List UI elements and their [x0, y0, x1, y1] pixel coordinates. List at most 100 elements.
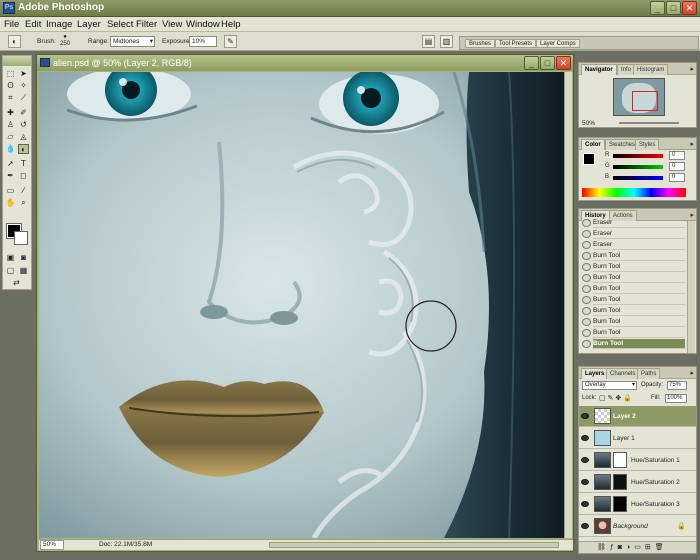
view-box[interactable]	[632, 91, 658, 111]
layer-row[interactable]: Layer 1	[579, 428, 696, 449]
history-item[interactable]: Eraser	[582, 240, 685, 250]
doc-close-button[interactable]: ✕	[556, 56, 571, 70]
burn-tool-icon[interactable]: ◐	[18, 144, 29, 154]
eye-icon[interactable]	[581, 435, 589, 441]
panel-menu-icon[interactable]: ▸	[690, 369, 694, 377]
file-browser-icon[interactable]: ▤	[422, 35, 435, 48]
hand-tool-icon[interactable]: ✋	[5, 198, 16, 208]
history-item[interactable]: Burn Tool	[582, 295, 685, 305]
history-brush-icon[interactable]: ↺	[18, 120, 29, 130]
exposure-input[interactable]: 10%	[189, 36, 217, 47]
brush-tool-icon[interactable]: ✐	[18, 108, 29, 118]
menu-edit[interactable]: Edit	[25, 19, 41, 30]
shape-tool-icon[interactable]: ◻	[18, 171, 29, 181]
eyedropper-icon[interactable]: ⁄	[18, 186, 29, 196]
maximize-button[interactable]: □	[666, 1, 681, 15]
magic-wand-icon[interactable]: ✧	[18, 81, 29, 91]
healing-brush-icon[interactable]: ✚	[5, 108, 16, 118]
menu-help[interactable]: Help	[221, 19, 241, 30]
trash-icon[interactable]: 🗑	[655, 544, 668, 551]
crop-tool-icon[interactable]: ⌗	[5, 93, 16, 103]
history-item[interactable]: Burn Tool	[582, 251, 685, 261]
blend-mode-select[interactable]: Overlay ▾	[582, 381, 637, 390]
menu-window[interactable]: Window	[186, 19, 220, 30]
brush-picker[interactable]: ● 250	[56, 34, 74, 49]
screen-mode-icon[interactable]: ▢	[5, 266, 16, 276]
tab-paths[interactable]: Paths	[637, 368, 661, 379]
tab-layers[interactable]: Layers	[581, 368, 609, 379]
panel-menu-icon[interactable]: ▸	[690, 211, 694, 219]
history-item[interactable]: Burn Tool	[582, 306, 685, 316]
eye-icon[interactable]	[581, 479, 589, 485]
history-scrollbar[interactable]	[687, 221, 695, 353]
horizontal-scrollbar[interactable]	[269, 542, 559, 548]
eye-icon[interactable]	[581, 413, 589, 419]
path-selection-icon[interactable]: ➚	[5, 159, 16, 169]
eye-icon[interactable]	[581, 501, 589, 507]
slice-tool-icon[interactable]: ⟋	[18, 93, 29, 103]
fill-input[interactable]: 100%	[665, 394, 687, 403]
pen-tool-icon[interactable]: ✒	[5, 171, 16, 181]
zoom-tool-icon[interactable]: ⌕	[18, 198, 29, 208]
group-icon[interactable]: ▭	[634, 544, 645, 551]
tab-navigator[interactable]: Navigator	[581, 64, 617, 75]
opacity-input[interactable]: 75%	[667, 381, 687, 390]
clone-stamp-icon[interactable]: ♙	[5, 120, 16, 130]
menu-select[interactable]: Select	[107, 19, 133, 30]
tab-swatches[interactable]: Swatches	[605, 139, 640, 150]
lock-icons[interactable]: ▢ ✎ ✥ 🔒	[599, 394, 632, 402]
menu-view[interactable]: View	[162, 19, 182, 30]
link-icon[interactable]: ⛓	[597, 544, 610, 551]
history-item[interactable]: Burn Tool	[582, 328, 685, 338]
well-tab-layer-comps[interactable]: Layer Comps	[536, 39, 580, 48]
lasso-tool-icon[interactable]: ʘ	[5, 81, 16, 91]
history-item[interactable]: Burn Tool	[582, 262, 685, 272]
history-item-selected[interactable]: Burn Tool	[582, 339, 685, 349]
doc-size-info[interactable]: Doc: 22.1M/35.8M	[99, 541, 152, 548]
notes-tool-icon[interactable]: ▭	[5, 186, 16, 196]
palette-well-icon[interactable]: ▥	[440, 35, 453, 48]
move-tool-icon[interactable]: ➤	[18, 69, 29, 79]
channel-g-value[interactable]: 0	[669, 162, 685, 171]
airbrush-icon[interactable]: ✎	[224, 35, 237, 48]
panel-menu-icon[interactable]: ▸	[690, 140, 694, 148]
mask-icon[interactable]: ◙	[618, 544, 626, 551]
toolbox-grip[interactable]	[3, 56, 31, 66]
color-ramp[interactable]	[582, 188, 686, 197]
zoom-field[interactable]: 50%	[40, 540, 64, 550]
burn-tool-preset-icon[interactable]: ◐	[8, 35, 21, 48]
history-item[interactable]: Burn Tool	[582, 273, 685, 283]
menu-filter[interactable]: Filter	[136, 19, 157, 30]
history-item[interactable]: Burn Tool	[582, 284, 685, 294]
range-select[interactable]: Midtones ▾	[110, 36, 155, 47]
tab-histogram[interactable]: Histogram	[633, 64, 669, 75]
fx-icon[interactable]: ƒ	[610, 544, 618, 551]
channel-r-value[interactable]: 0	[669, 151, 685, 160]
tab-styles[interactable]: Styles	[635, 139, 660, 150]
layer-row[interactable]: Layer 2	[579, 406, 696, 427]
eraser-tool-icon[interactable]: ▱	[5, 132, 16, 142]
navigator-zoom-slider[interactable]	[619, 122, 679, 124]
menu-image[interactable]: Image	[46, 19, 72, 30]
vertical-scrollbar[interactable]	[564, 72, 572, 538]
color-fg-swatch[interactable]	[583, 153, 595, 165]
well-tab-brushes[interactable]: Brushes	[465, 39, 496, 48]
history-item[interactable]: Eraser	[582, 229, 685, 239]
history-item[interactable]: Eraser	[582, 218, 685, 228]
menu-layer[interactable]: Layer	[77, 19, 101, 30]
panel-menu-icon[interactable]: ▸	[690, 65, 694, 73]
fullscreen-mode-icon[interactable]: ▦	[18, 266, 29, 276]
history-item[interactable]: Burn Tool	[582, 317, 685, 327]
new-layer-icon[interactable]: ⊞	[645, 544, 655, 551]
well-tab-tool-presets[interactable]: Tool Presets	[495, 39, 537, 48]
minimize-button[interactable]: _	[650, 1, 665, 15]
marquee-tool-icon[interactable]: ⬚	[5, 69, 16, 79]
close-button[interactable]: ✕	[682, 1, 697, 15]
tab-channels[interactable]: Channels	[606, 368, 640, 379]
type-tool-icon[interactable]: T	[18, 159, 29, 169]
channel-b-value[interactable]: 0	[669, 173, 685, 182]
channel-r-slider[interactable]	[613, 154, 663, 158]
standard-mode-icon[interactable]: ▣	[5, 253, 16, 263]
layer-row[interactable]: Hue/Saturation 1	[579, 450, 696, 471]
channel-b-slider[interactable]	[613, 176, 663, 180]
